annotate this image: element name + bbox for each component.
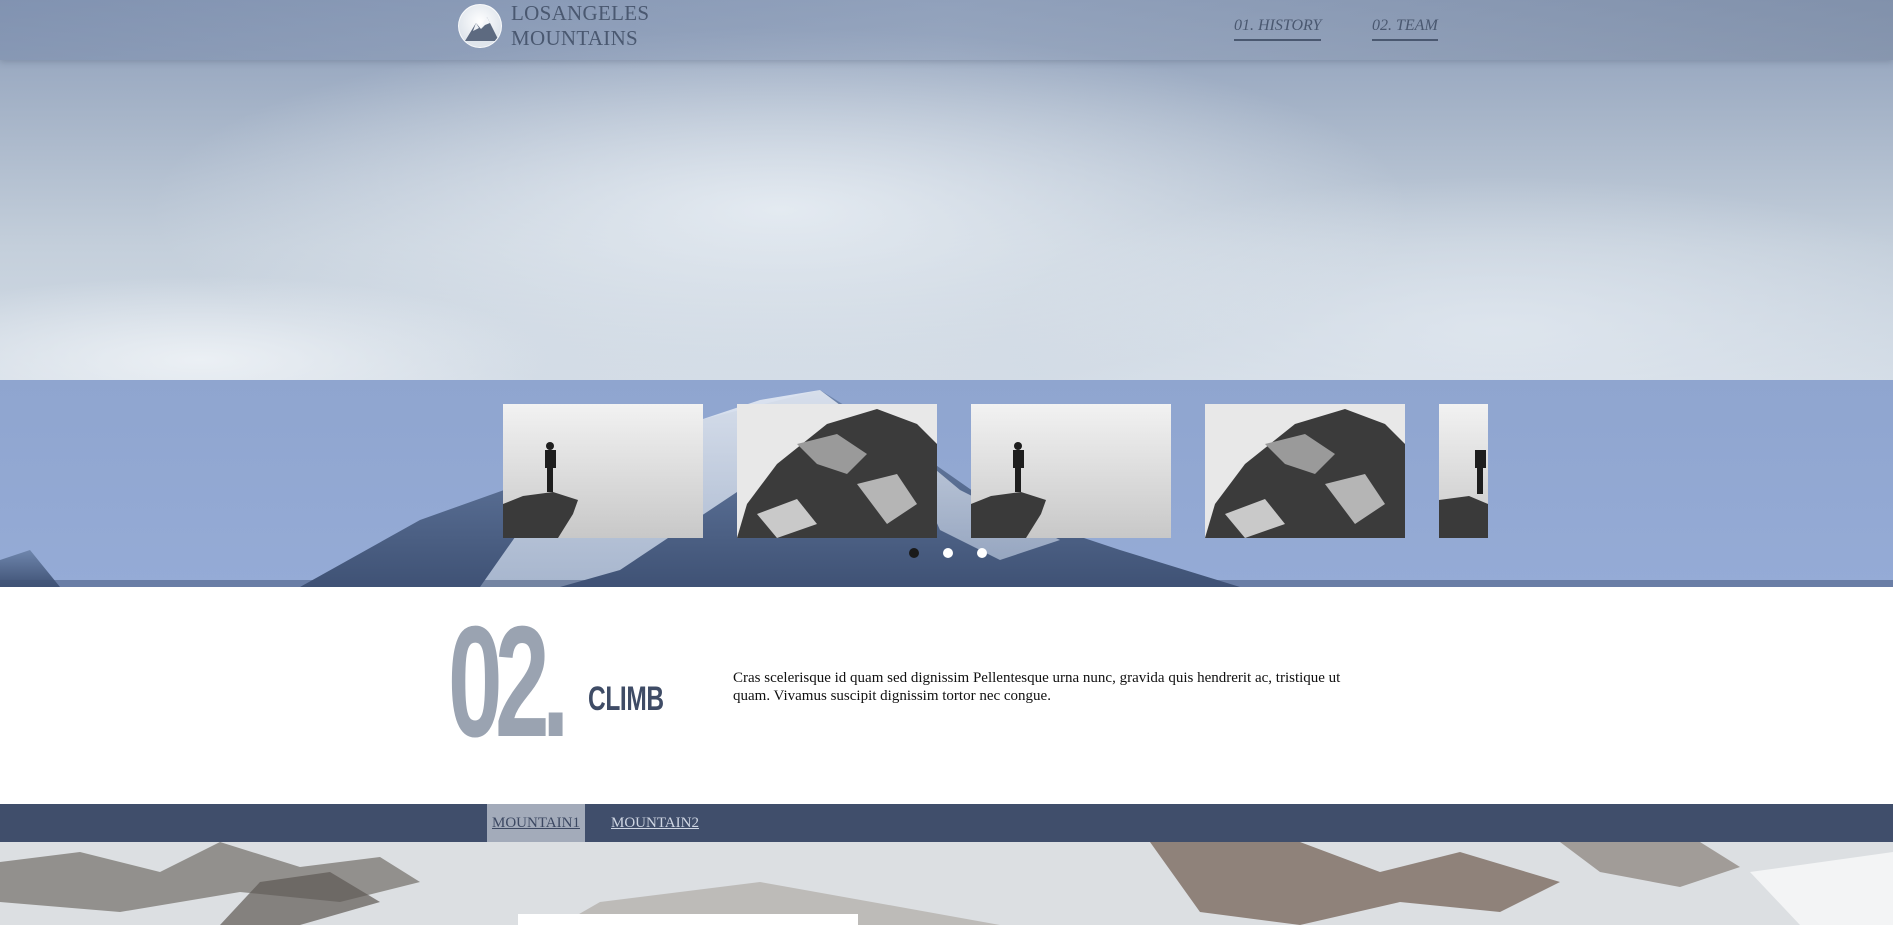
tab-mountain2[interactable]: MOUNTAIN2 — [606, 804, 704, 842]
rocky-slope-image — [0, 842, 1893, 925]
site-logo[interactable]: LOSANGELES MOUNTAINS — [511, 1, 711, 51]
slider-dot-1[interactable] — [909, 548, 919, 558]
nav-team-link[interactable]: 02. TEAM — [1372, 17, 1438, 41]
slider-thumbnail[interactable] — [1205, 404, 1405, 538]
mountain-tabs: MOUNTAIN1 MOUNTAIN2 — [0, 804, 1893, 842]
section-description: Cras scelerisque id quam sed dignissim P… — [733, 670, 1341, 704]
section-title: CLIMB — [588, 680, 664, 718]
mountain-icon[interactable] — [458, 4, 502, 48]
tab-mountain1[interactable]: MOUNTAIN1 — [487, 804, 585, 842]
slider-thumbnail[interactable] — [1439, 404, 1488, 538]
logo-line-1: LOSANGELES — [511, 1, 650, 25]
slider-thumbnail[interactable] — [503, 404, 703, 538]
climb-section: 02. CLIMB Cras scelerisque id quam sed d… — [0, 587, 1893, 804]
slider-thumbnail[interactable] — [971, 404, 1171, 538]
hero-banner: LOSANGELES MOUNTAINS 01. HISTORY 02. TEA… — [0, 0, 1893, 380]
site-header: LOSANGELES MOUNTAINS 01. HISTORY 02. TEA… — [0, 0, 1893, 60]
slider-dot-2[interactable] — [943, 548, 953, 558]
slider-thumbnail[interactable] — [737, 404, 937, 538]
slider-dot-3[interactable] — [977, 548, 987, 558]
gallery-slider — [0, 380, 1893, 587]
logo-line-2: MOUNTAINS — [511, 26, 639, 50]
section-number: 02. — [448, 594, 569, 770]
content-card — [518, 914, 858, 925]
nav-history-link[interactable]: 01. HISTORY — [1234, 17, 1322, 41]
mountain-photo — [0, 842, 1893, 925]
